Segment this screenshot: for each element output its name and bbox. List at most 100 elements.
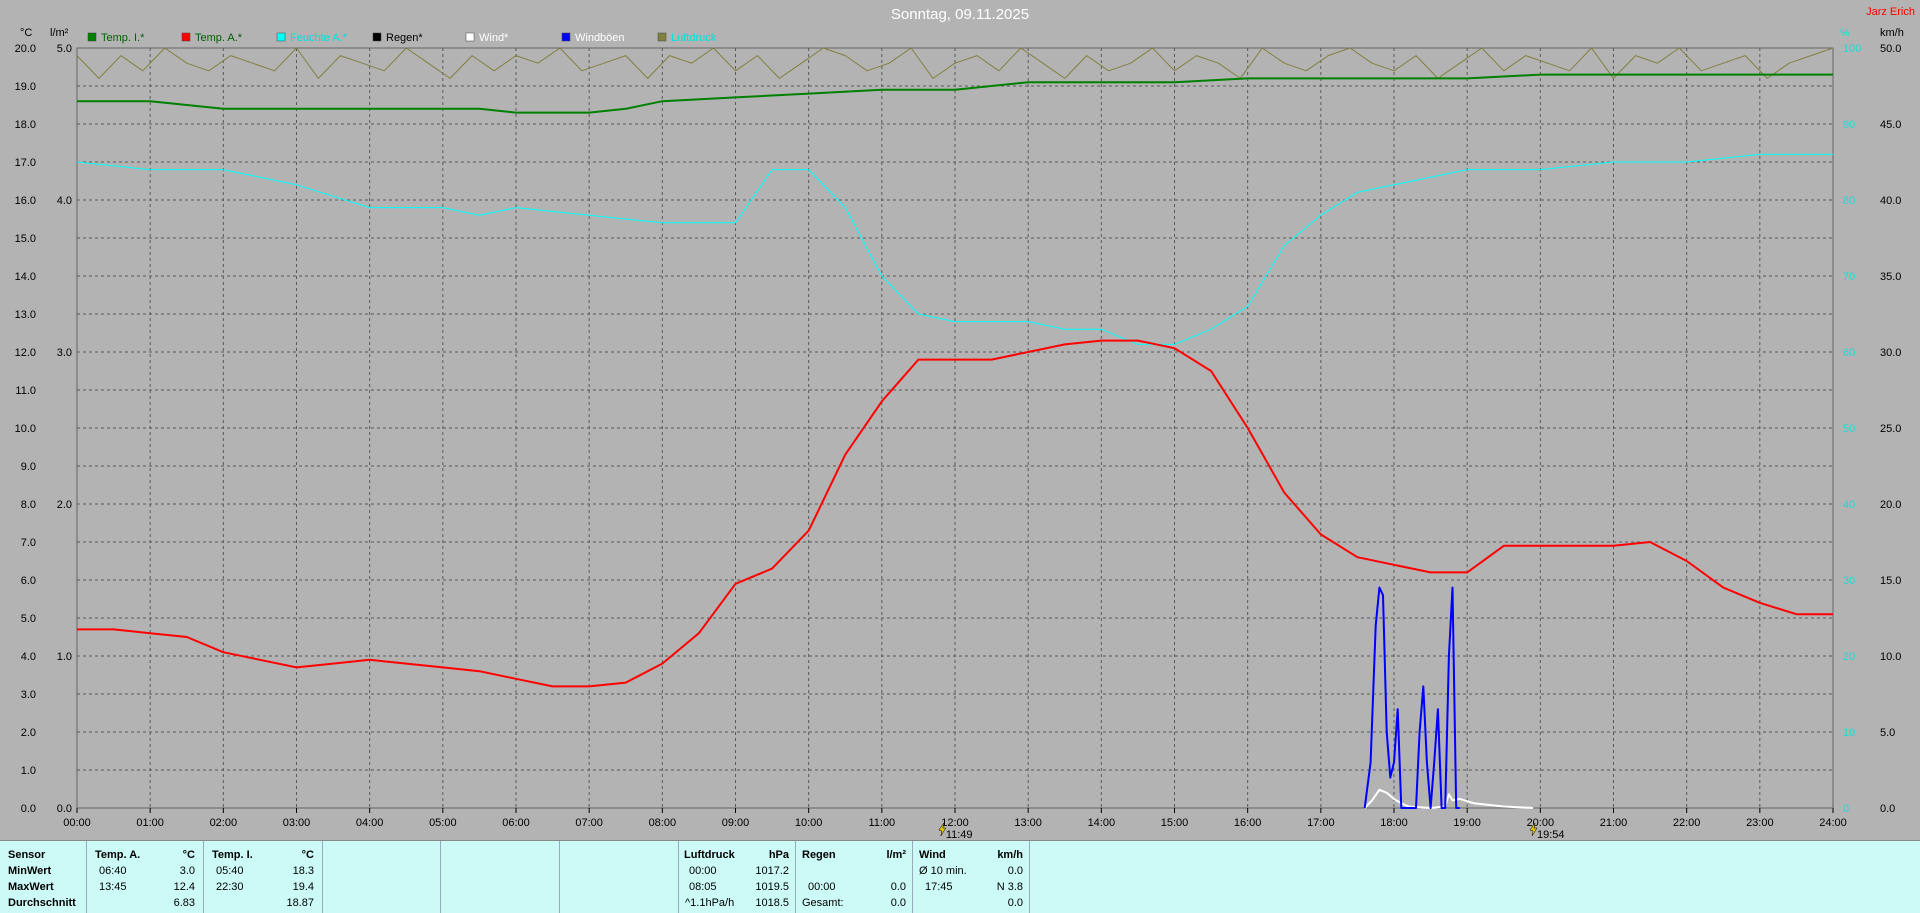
x-tick-label: 16:00 (1234, 817, 1262, 829)
y-temp-tick-label: 8.0 (21, 499, 36, 511)
x-tick-label: 02:00 (210, 817, 238, 829)
marker-label: 11:49 (946, 829, 973, 840)
legend-swatch (657, 32, 667, 42)
y-temp-tick-label: 5.0 (21, 613, 36, 625)
y-temp-tick-label: 0.0 (21, 803, 36, 815)
y-wind-tick-label: 5.0 (1880, 727, 1895, 739)
y-wind-tick-label: 45.0 (1880, 119, 1901, 131)
marker-label: 19:54 (1537, 829, 1565, 840)
x-tick-label: 08:00 (649, 817, 677, 829)
wind-header: Wind (919, 849, 946, 861)
temp-a-min-val: 3.0 (179, 865, 195, 877)
x-tick-label: 21:00 (1600, 817, 1628, 829)
col-pressure: Luftdruck hPa 00:00 1017.2 08:05 1019.5 … (679, 841, 796, 913)
rain-r3-label: Gesamt: (802, 897, 844, 909)
row-label-max: MaxWert (8, 881, 54, 893)
y-pct-tick-label: 40 (1843, 499, 1855, 511)
legend-swatch (465, 32, 475, 42)
col-rain: Regen l/m² 00:00 0.0 Gesamt: 0.0 (796, 841, 913, 913)
y-pct-tick-label: 30 (1843, 575, 1855, 587)
legend-label: Feuchte A.* (290, 32, 348, 44)
x-tick-label: 01:00 (136, 817, 164, 829)
col-empty-2 (441, 841, 560, 913)
pressure-r3-val: 1018.5 (755, 897, 789, 909)
x-tick-label: 04:00 (356, 817, 384, 829)
pressure-r2-label: 08:05 (689, 881, 717, 893)
wind-r2-val: N 3.8 (996, 881, 1023, 893)
col-empty-1 (323, 841, 441, 913)
legend: Temp. I.* Temp. A.* Feuchte A.* Regen* Wind*… (87, 32, 717, 44)
x-tick-label: 20:00 (1527, 817, 1555, 829)
legend-swatch (181, 32, 191, 42)
y-temp-tick-label: 14.0 (15, 271, 36, 283)
weather-chart: Sonntag, 09.11.2025 Jarz Erich °C l/m² %… (15, 6, 1915, 840)
y-temp-tick-label: 7.0 (21, 537, 36, 549)
y-temp-tick-label: 6.0 (21, 575, 36, 587)
y-temp-tick-label: 3.0 (21, 689, 36, 701)
legend-swatch (372, 32, 382, 42)
unit-temp: °C (20, 27, 32, 39)
y-temp-tick-label: 18.0 (15, 119, 36, 131)
temp-i-max-val: 19.4 (292, 881, 314, 893)
legend-swatch (561, 32, 571, 42)
legend-swatch (87, 32, 97, 42)
col-wind: Wind km/h Ø 10 min. 0.0 17:45 N 3.8 0.0 (913, 841, 1030, 913)
x-tick-label: 07:00 (575, 817, 603, 829)
rain-header: Regen (802, 849, 836, 861)
pressure-r3-label: ^1.1hPa/h (685, 897, 735, 909)
col-labels: Sensor MinWert MaxWert Durchschnitt (0, 841, 87, 913)
x-tick-label: 22:00 (1673, 817, 1701, 829)
legend-label: Temp. I.* (101, 32, 145, 44)
col-temp-a: Temp. A. °C 06:40 3.0 13:45 12.4 6.83 (87, 841, 204, 913)
rain-r3-val: 0.0 (890, 897, 906, 909)
unit-rain: l/m² (50, 27, 69, 39)
temp-i-max-time: 22:30 (216, 881, 244, 893)
unit-wind: km/h (1880, 27, 1904, 39)
legend-label: Regen* (386, 32, 423, 44)
y-pct-tick-label: 10 (1843, 727, 1855, 739)
y-temp-tick-label: 1.0 (21, 765, 36, 777)
x-tick-label: 14:00 (1088, 817, 1116, 829)
x-tick-label: 00:00 (63, 817, 91, 829)
col-temp-i: Temp. I. °C 05:40 18.3 22:30 19.4 18.87 (204, 841, 323, 913)
y-temp-tick-label: 10.0 (15, 423, 36, 435)
wind-r3-val: 0.0 (1007, 897, 1023, 909)
y-temp-tick-label: 17.0 (15, 157, 36, 169)
y-pct-tick-label: 60 (1843, 347, 1855, 359)
y-pct-tick-label: 0 (1843, 803, 1849, 815)
y-temp-tick-label: 13.0 (15, 309, 36, 321)
author-label: Jarz Erich (1866, 6, 1915, 18)
temp-a-max-val: 12.4 (173, 881, 195, 893)
legend-label: Wind* (479, 32, 509, 44)
y-rain-tick-label: 3.0 (57, 347, 72, 359)
x-tick-label: 18:00 (1380, 817, 1408, 829)
wind-r2-label: 17:45 (925, 881, 953, 893)
legend-swatch (276, 32, 286, 42)
wind-r1-label: Ø 10 min. (919, 865, 967, 877)
x-tick-label: 11:00 (868, 817, 895, 829)
temp-a-header: Temp. A. (95, 849, 141, 861)
temp-i-avg: 18.87 (286, 897, 314, 909)
y-wind-tick-label: 40.0 (1880, 195, 1901, 207)
x-tick-label: 13:00 (1014, 817, 1042, 829)
row-label-avg: Durchschnitt (8, 897, 76, 909)
y-wind-tick-label: 0.0 (1880, 803, 1895, 815)
y-wind-tick-label: 20.0 (1880, 499, 1901, 511)
temp-i-header: Temp. I. (212, 849, 253, 861)
y-wind-tick-label: 10.0 (1880, 651, 1901, 663)
y-temp-tick-label: 20.0 (15, 43, 36, 55)
unit-pct: % (1840, 27, 1850, 39)
y-pct-tick-label: 20 (1843, 651, 1855, 663)
row-label-min: MinWert (8, 865, 52, 877)
y-temp-tick-label: 19.0 (15, 81, 36, 93)
temp-i-min-val: 18.3 (292, 865, 314, 877)
legend-label: Temp. A.* (195, 32, 243, 44)
y-temp-tick-label: 9.0 (21, 461, 36, 473)
pressure-unit: hPa (768, 849, 789, 861)
wind-r1-val: 0.0 (1007, 865, 1023, 877)
legend-label: Windböen (575, 32, 625, 44)
y-pct-tick-label: 70 (1843, 271, 1855, 283)
y-rain-tick-label: 2.0 (57, 499, 72, 511)
pressure-r2-val: 1019.5 (755, 881, 789, 893)
y-rain-tick-label: 4.0 (57, 195, 72, 207)
